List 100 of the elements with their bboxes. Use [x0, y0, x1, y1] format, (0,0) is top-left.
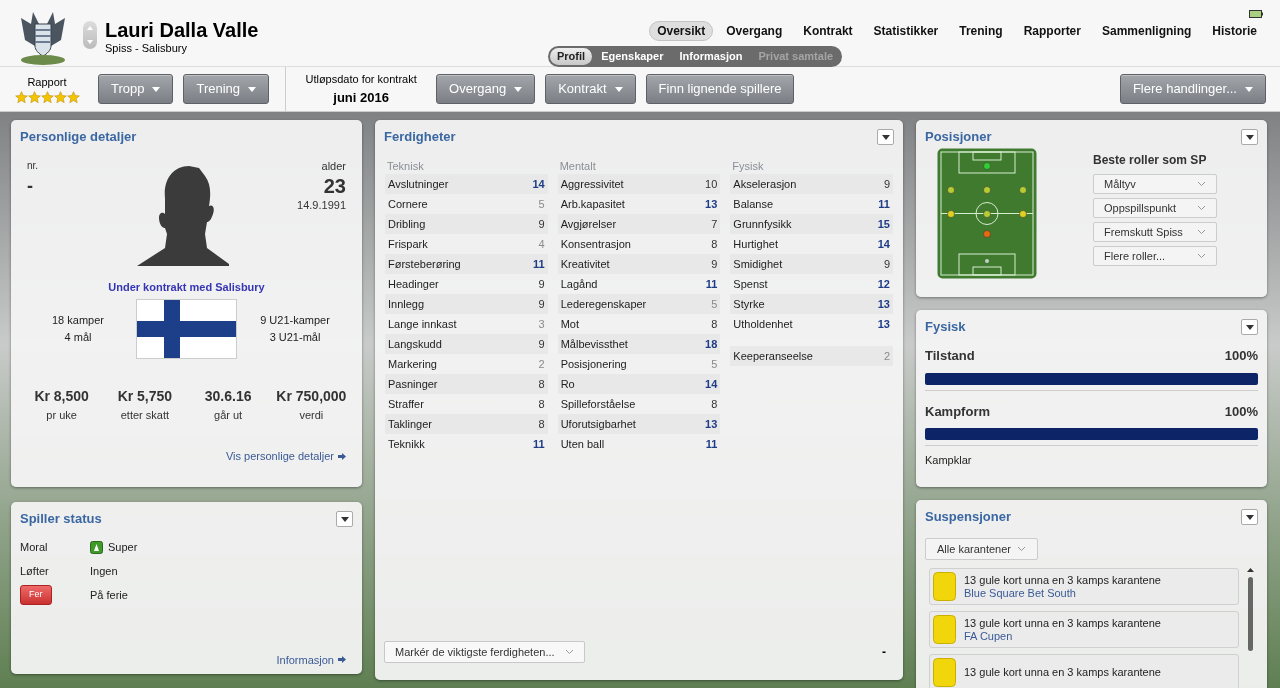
squad-number: - [27, 175, 34, 198]
status-badge: Fer [20, 585, 52, 605]
skill-name: Aggressivitet [560, 176, 624, 192]
arrow-right-icon [338, 452, 346, 460]
skill-value: 9 [538, 276, 545, 292]
meter-reading: 100% [1224, 402, 1258, 421]
skill-value: 8 [711, 236, 718, 252]
panel-menu-button[interactable] [1241, 509, 1258, 525]
skill-name: Ro [560, 376, 575, 392]
figure-value: Kr 8,500 [34, 386, 89, 406]
skill-value: 5 [711, 296, 718, 312]
panel-title: Personlige detaljer [20, 128, 137, 147]
nav-tab[interactable]: Sammenligning [1093, 21, 1200, 41]
link[interactable]: Informasjon [276, 651, 346, 668]
skill-name: Teknikk [388, 436, 425, 452]
nav-tab[interactable]: Kontrakt [795, 21, 861, 41]
skill-name: Straffer [388, 396, 424, 412]
skill-name: Uforutsigbarhet [560, 416, 636, 432]
panel-menu-button[interactable] [1241, 319, 1258, 335]
u21-caps-text: 3 U21-mål [269, 329, 321, 345]
skill-name: Styrke [733, 296, 765, 312]
footer-mark: - [882, 644, 887, 661]
highlight-skills-dropdown[interactable]: Markér de viktigste ferdigheten... [384, 641, 585, 663]
skill-name: Langskudd [388, 336, 442, 352]
skill-value: 9 [538, 216, 545, 232]
nav-tab[interactable]: Trening [951, 21, 1011, 41]
skill-name: Keeperanseelse [733, 348, 813, 364]
figure-label: verdi [299, 407, 324, 423]
panel-title: Spiller status [20, 510, 102, 529]
role-dropdown[interactable]: Oppspillspunkt [1093, 198, 1217, 218]
sub-tab[interactable]: Profil [550, 48, 593, 65]
competition-link[interactable]: Blue Square Bet South [964, 586, 1161, 600]
panel-menu-button[interactable] [1241, 129, 1258, 145]
skill-name: Spenst [733, 276, 768, 292]
skill-name: Kreativitet [560, 256, 610, 272]
meter-reading: 100% [1224, 347, 1258, 365]
skill-value: 11 [705, 436, 718, 452]
skill-name: Cornere [388, 196, 428, 212]
skill-name: Målbevissthet [560, 336, 628, 352]
sub-tab[interactable]: Egenskaper [594, 48, 671, 65]
skill-value: 2 [883, 348, 890, 364]
link[interactable]: Vis personlige detaljer [225, 448, 346, 465]
arrow-up-icon [87, 26, 93, 30]
skill-name: Headinger [388, 276, 439, 292]
meter-label: Kampform [925, 402, 990, 421]
chevron-down-icon [1197, 205, 1206, 211]
skill-value: 9 [538, 336, 545, 352]
skill-value: 5 [538, 196, 545, 212]
skill-name: Lagånd [560, 276, 598, 292]
skill-name: Frispark [388, 236, 428, 252]
skill-name: Utholdenhet [733, 316, 793, 332]
meter-label: Tilstand [925, 347, 975, 365]
panel-title: Fysisk [925, 318, 966, 337]
skill-name: Hurtighet [733, 236, 778, 252]
sub-tab[interactable]: Informasjon [672, 48, 750, 65]
skill-value: 13 [705, 416, 718, 432]
panel-menu-button[interactable] [336, 511, 353, 527]
skill-name: Taklinger [388, 416, 433, 432]
skill-value: 9 [883, 256, 890, 272]
skill-value: 14 [705, 376, 718, 392]
suspension-text: 13 gule kort unna en 3 kamps karantene [964, 573, 1161, 587]
nav-tab[interactable]: Statistikker [865, 21, 947, 41]
caret-icon [881, 134, 890, 140]
role-dropdown[interactable]: Måltyv [1093, 174, 1217, 194]
contract-status: Under kontrakt med Salisbury [108, 280, 265, 295]
caps-text: 18 kamper [52, 312, 104, 328]
suspension-text: 13 gule kort unna en 3 kamps karantene [964, 616, 1161, 630]
contract-label: Utløpsdato for kontrakt [305, 72, 417, 87]
skill-value: 8 [538, 416, 545, 432]
skill-name: Lederegenskaper [560, 296, 647, 312]
skill-value: 12 [877, 276, 890, 292]
role-dropdown[interactable]: Flere roller... [1093, 246, 1217, 266]
caret-icon [340, 516, 349, 522]
skill-value: 15 [877, 216, 890, 232]
competition-link[interactable]: FA Cupen [964, 629, 1161, 643]
skill-name: Akselerasjon [733, 176, 797, 192]
skill-value: 14 [877, 236, 890, 252]
star-icon [53, 90, 67, 104]
fitness-status: Kampklar [925, 453, 973, 468]
suspension-filter-dropdown[interactable]: Alle karantener [925, 538, 1038, 560]
caret-icon [1245, 324, 1254, 330]
skill-value: 10 [705, 176, 718, 192]
skill-name: Balanse [733, 196, 774, 212]
figure-label: går ut [214, 407, 243, 423]
panel-title: Suspensjoner [925, 508, 1011, 527]
role-dropdown[interactable]: Fremskutt Spiss [1093, 222, 1217, 242]
card-icon [933, 572, 956, 601]
player-switch-button[interactable] [83, 21, 97, 49]
nav-tab[interactable]: Overgang [718, 21, 791, 41]
skill-name: Arb.kapasitet [560, 196, 625, 212]
skill-value: 11 [705, 276, 718, 292]
chevron-down-icon [564, 649, 574, 655]
panel-menu-button[interactable] [877, 129, 894, 145]
status-value: Super [108, 539, 138, 555]
skill-value: 13 [877, 316, 890, 332]
nav-tab[interactable]: Rapporter [1015, 21, 1089, 41]
skill-value: 8 [538, 396, 545, 412]
nav-tab[interactable]: Historie [1204, 21, 1265, 41]
chevron-down-icon [1197, 253, 1206, 259]
nav-tab[interactable]: Oversikt [649, 21, 714, 41]
